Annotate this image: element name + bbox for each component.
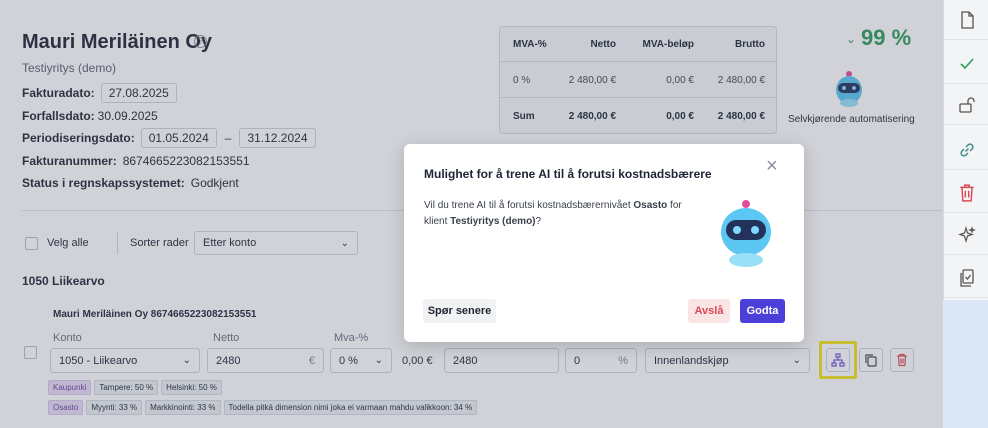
approve-button[interactable] bbox=[944, 44, 988, 84]
ai-button[interactable] bbox=[944, 215, 988, 255]
modal-body-text: Vil du trene AI til å forutsi kostnadsbæ… bbox=[424, 200, 634, 211]
sparkle-icon bbox=[957, 225, 976, 243]
trash-icon bbox=[959, 183, 974, 202]
check-icon bbox=[959, 57, 974, 69]
clipboard-check-icon bbox=[959, 268, 974, 287]
ask-later-button[interactable]: Spør senere bbox=[423, 299, 496, 323]
document-button[interactable] bbox=[944, 0, 988, 40]
modal-title: Mulighet for å trene AI til å forutsi ko… bbox=[424, 167, 712, 181]
accept-button[interactable]: Godta bbox=[740, 299, 785, 323]
modal-body: Vil du trene AI til å forutsi kostnadsbæ… bbox=[424, 198, 704, 230]
modal-level-name: Osasto bbox=[633, 200, 668, 211]
delete-button[interactable] bbox=[944, 173, 988, 213]
link-icon bbox=[959, 142, 974, 157]
decline-button[interactable]: Avslå bbox=[688, 299, 730, 323]
rail-empty-area bbox=[943, 300, 988, 428]
modal-client-name: Testiyritys (demo) bbox=[450, 216, 536, 227]
unlock-button[interactable] bbox=[944, 85, 988, 125]
close-icon[interactable]: × bbox=[766, 156, 778, 176]
document-icon bbox=[960, 10, 974, 29]
ai-training-modal: Mulighet for å trene AI til å forutsi ko… bbox=[404, 144, 804, 342]
link-button[interactable] bbox=[944, 130, 988, 170]
unlock-icon bbox=[958, 96, 975, 113]
robot-icon bbox=[714, 198, 778, 273]
modal-body-text: ? bbox=[535, 216, 542, 227]
checklist-button[interactable] bbox=[944, 258, 988, 298]
